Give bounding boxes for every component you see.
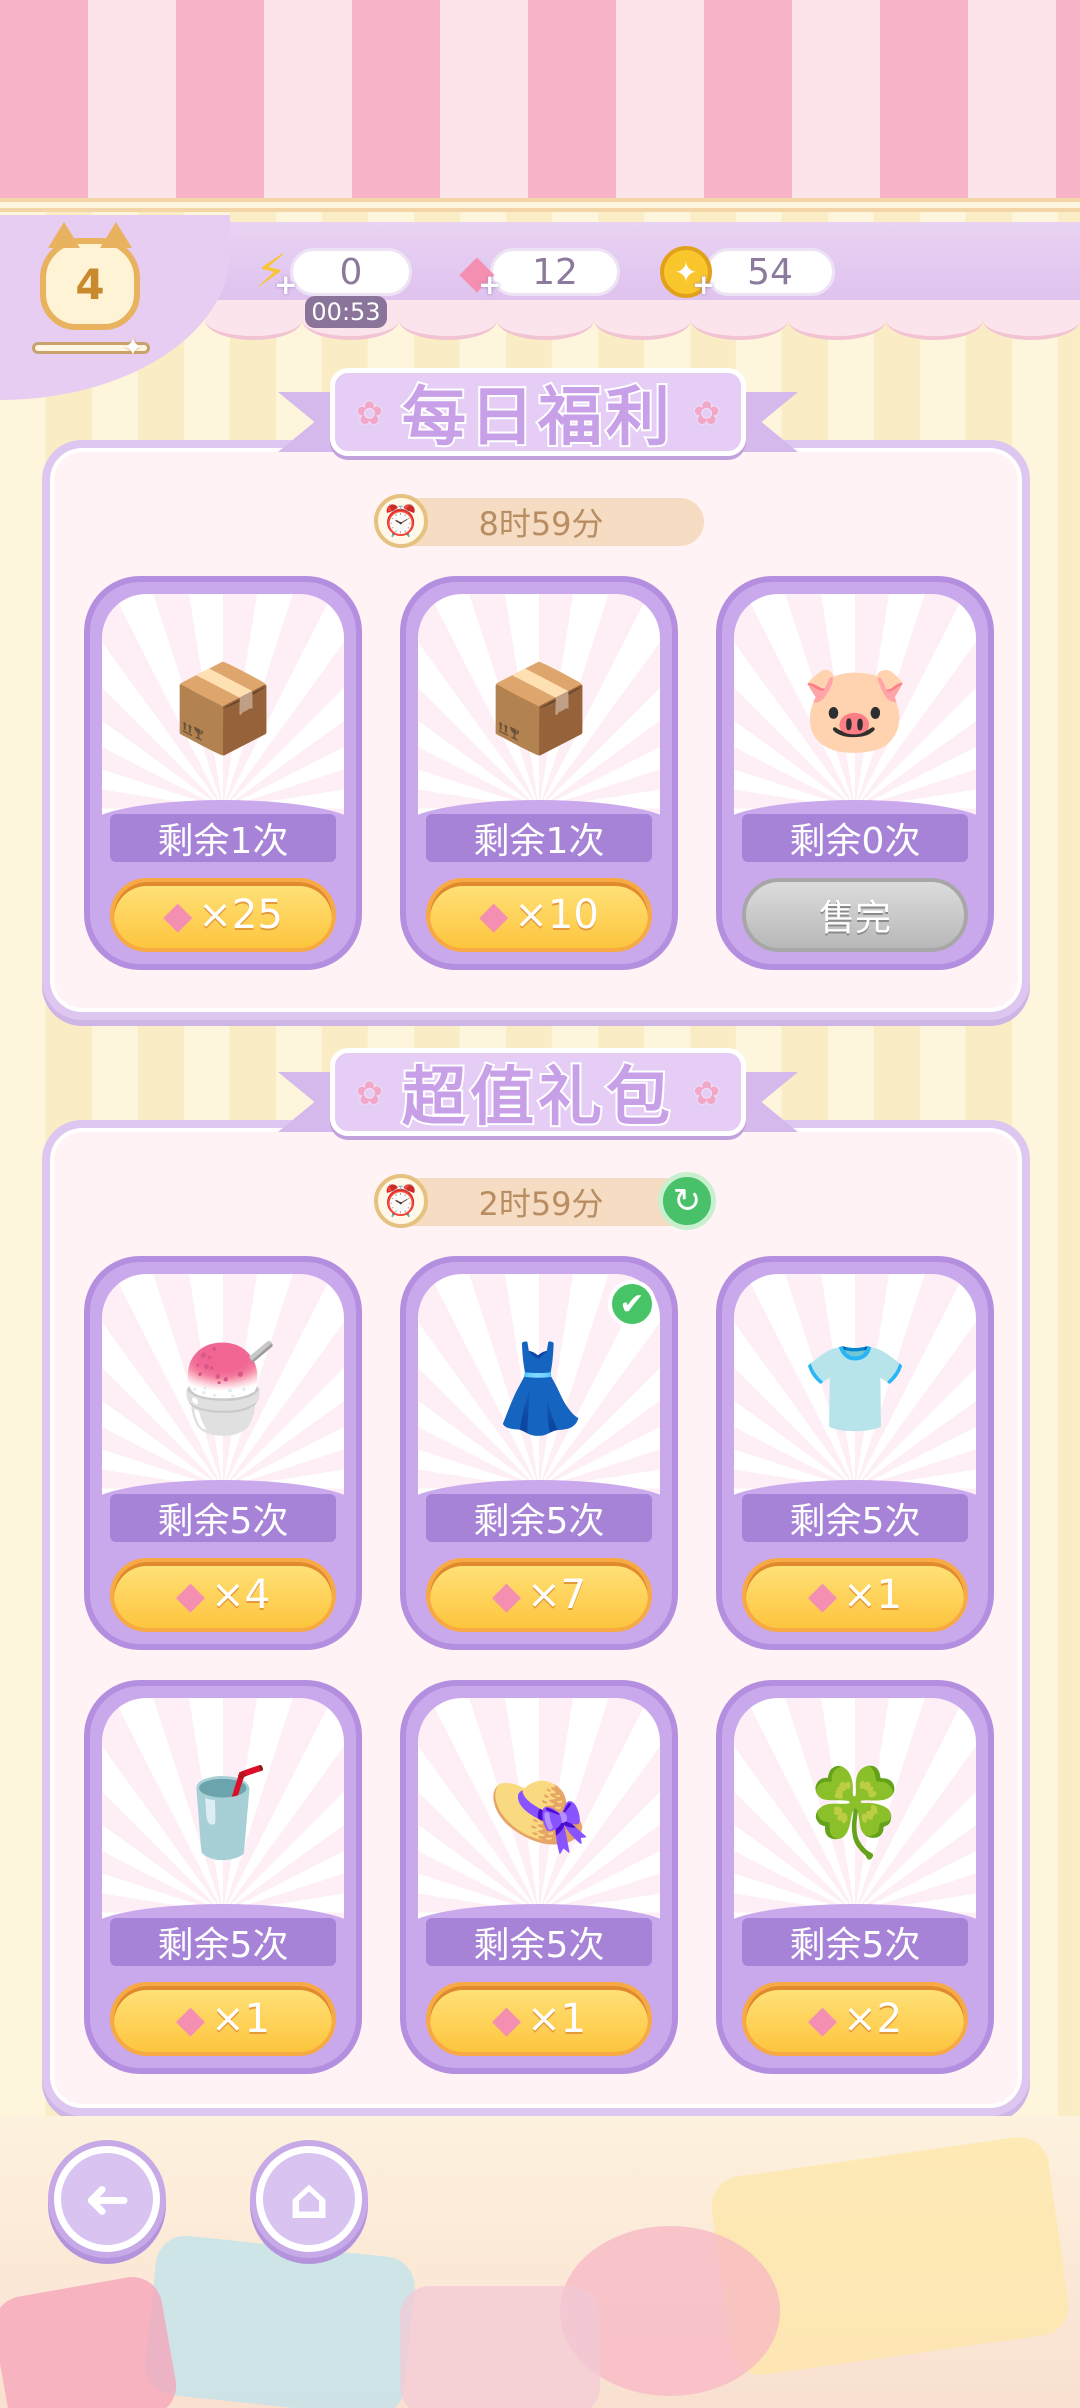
energy-value: 0 (339, 251, 363, 293)
green-outfit-icon: 👕 (801, 1339, 909, 1439)
strawberry-parfait-icon: 🍧 (169, 1339, 277, 1439)
bundle-item-card[interactable]: 🍧 剩余5次 ◆ ×4 (84, 1256, 362, 1650)
gem-icon: ◆ (175, 1573, 206, 1617)
buy-button[interactable]: ◆ ×10 (426, 878, 652, 952)
daily-countdown-text: 8时59分 (478, 505, 604, 543)
add-coin-icon[interactable]: + (692, 268, 715, 301)
remaining-count: 剩余5次 (426, 1494, 652, 1542)
star-icon: ✿ (693, 1074, 720, 1112)
bundle-item-card[interactable]: 👗 ✔ 剩余5次 ◆ ×7 (400, 1256, 678, 1650)
remaining-count: 剩余1次 (110, 814, 336, 862)
bundle-countdown-text: 2时59分 (478, 1185, 604, 1223)
iced-tea-icon: 🥤 (169, 1763, 277, 1863)
gift-pile-decoration (0, 2116, 1080, 2408)
flower-hairpin-icon: 🍀 (801, 1763, 909, 1863)
home-button[interactable]: ⌂ (250, 2140, 368, 2258)
price-label: ×10 (514, 892, 599, 938)
buy-button[interactable]: ◆ ×1 (742, 1558, 968, 1632)
pink-hat-icon: 👒 (485, 1763, 593, 1863)
pink-dress-icon: 👗 (485, 1339, 593, 1439)
owned-check-icon: ✔ (608, 1280, 656, 1328)
energy-timer: 00:53 (305, 296, 387, 328)
bundle-item-card[interactable]: 👕 剩余5次 ◆ ×1 (716, 1256, 994, 1650)
level-number: 4 (75, 259, 105, 309)
daily-item-card[interactable]: 📦 剩余1次 ◆ ×25 (84, 576, 362, 970)
price-label: ×25 (198, 892, 283, 938)
bundle-item-card[interactable]: 👒 剩余5次 ◆ ×1 (400, 1680, 678, 2074)
remaining-count: 剩余5次 (110, 1494, 336, 1542)
remaining-count: 剩余5次 (742, 1494, 968, 1542)
daily-item-card[interactable]: 📦 剩余1次 ◆ ×10 (400, 576, 678, 970)
gem-icon: ◆ (491, 1573, 522, 1617)
add-gem-icon[interactable]: + (478, 268, 501, 301)
buy-button[interactable]: ◆ ×1 (110, 1982, 336, 2056)
box-with-energy-icon: 📦 (485, 659, 593, 759)
gem-icon: ◆ (807, 1573, 838, 1617)
sold-out-button: 售完 (742, 878, 968, 952)
daily-welfare-title: 每日福利 (400, 379, 674, 457)
star-icon: ✿ (356, 394, 383, 432)
gem-value: 12 (532, 251, 578, 293)
gem-icon: ◆ (491, 1997, 522, 2041)
gem-icon: ◆ (163, 893, 193, 937)
value-bundle-banner: 超值礼包 ✿ ✿ (278, 1048, 798, 1144)
buy-button[interactable]: ◆ ×7 (426, 1558, 652, 1632)
box-with-coin-icon: 📦 (169, 659, 277, 759)
piggy-bank-icon: 🐷 (801, 659, 909, 759)
remaining-count: 剩余5次 (426, 1918, 652, 1966)
sparkle-icon: ✦ (122, 333, 144, 363)
level-badge[interactable]: 4 (40, 222, 140, 330)
remaining-count: 剩余5次 (110, 1918, 336, 1966)
price-label: ×4 (211, 1572, 271, 1618)
price-label: ×1 (211, 1996, 271, 2042)
back-button[interactable]: ➜ (48, 2140, 166, 2258)
price-label: ×2 (843, 1996, 903, 2042)
remaining-count: 剩余0次 (742, 814, 968, 862)
alarm-clock-icon: ⏰ (374, 1174, 428, 1228)
alarm-clock-icon: ⏰ (374, 494, 428, 548)
energy-counter[interactable]: 0 (290, 248, 412, 296)
buy-button[interactable]: ◆ ×2 (742, 1982, 968, 2056)
gem-counter[interactable]: 12 (490, 248, 620, 296)
gem-icon: ◆ (479, 893, 509, 937)
coin-counter[interactable]: 54 (705, 248, 835, 296)
awning-decoration (0, 0, 1080, 205)
price-label: ×1 (527, 1996, 587, 2042)
buy-button[interactable]: ◆ ×25 (110, 878, 336, 952)
home-icon: ⌂ (263, 2153, 355, 2245)
star-icon: ✿ (693, 394, 720, 432)
daily-welfare-banner: 每日福利 ✿ ✿ (278, 368, 798, 464)
buy-button[interactable]: ◆ ×1 (426, 1982, 652, 2056)
coin-value: 54 (747, 251, 793, 293)
refresh-icon[interactable]: ↻ (658, 1172, 716, 1230)
daily-item-card[interactable]: 🐷 剩余0次 售完 (716, 576, 994, 970)
price-label: ×7 (527, 1572, 587, 1618)
remaining-count: 剩余1次 (426, 814, 652, 862)
star-icon: ✿ (356, 1074, 383, 1112)
awning-rail (0, 198, 1080, 212)
price-label: ×1 (843, 1572, 903, 1618)
buy-button[interactable]: ◆ ×4 (110, 1558, 336, 1632)
back-arrow-icon: ➜ (61, 2153, 153, 2245)
gem-icon: ◆ (175, 1997, 206, 2041)
value-bundle-title: 超值礼包 (400, 1059, 674, 1137)
gem-icon: ◆ (807, 1997, 838, 2041)
bundle-item-card[interactable]: 🍀 剩余5次 ◆ ×2 (716, 1680, 994, 2074)
remaining-count: 剩余5次 (742, 1918, 968, 1966)
add-energy-icon[interactable]: + (274, 268, 297, 301)
bundle-item-card[interactable]: 🥤 剩余5次 ◆ ×1 (84, 1680, 362, 2074)
